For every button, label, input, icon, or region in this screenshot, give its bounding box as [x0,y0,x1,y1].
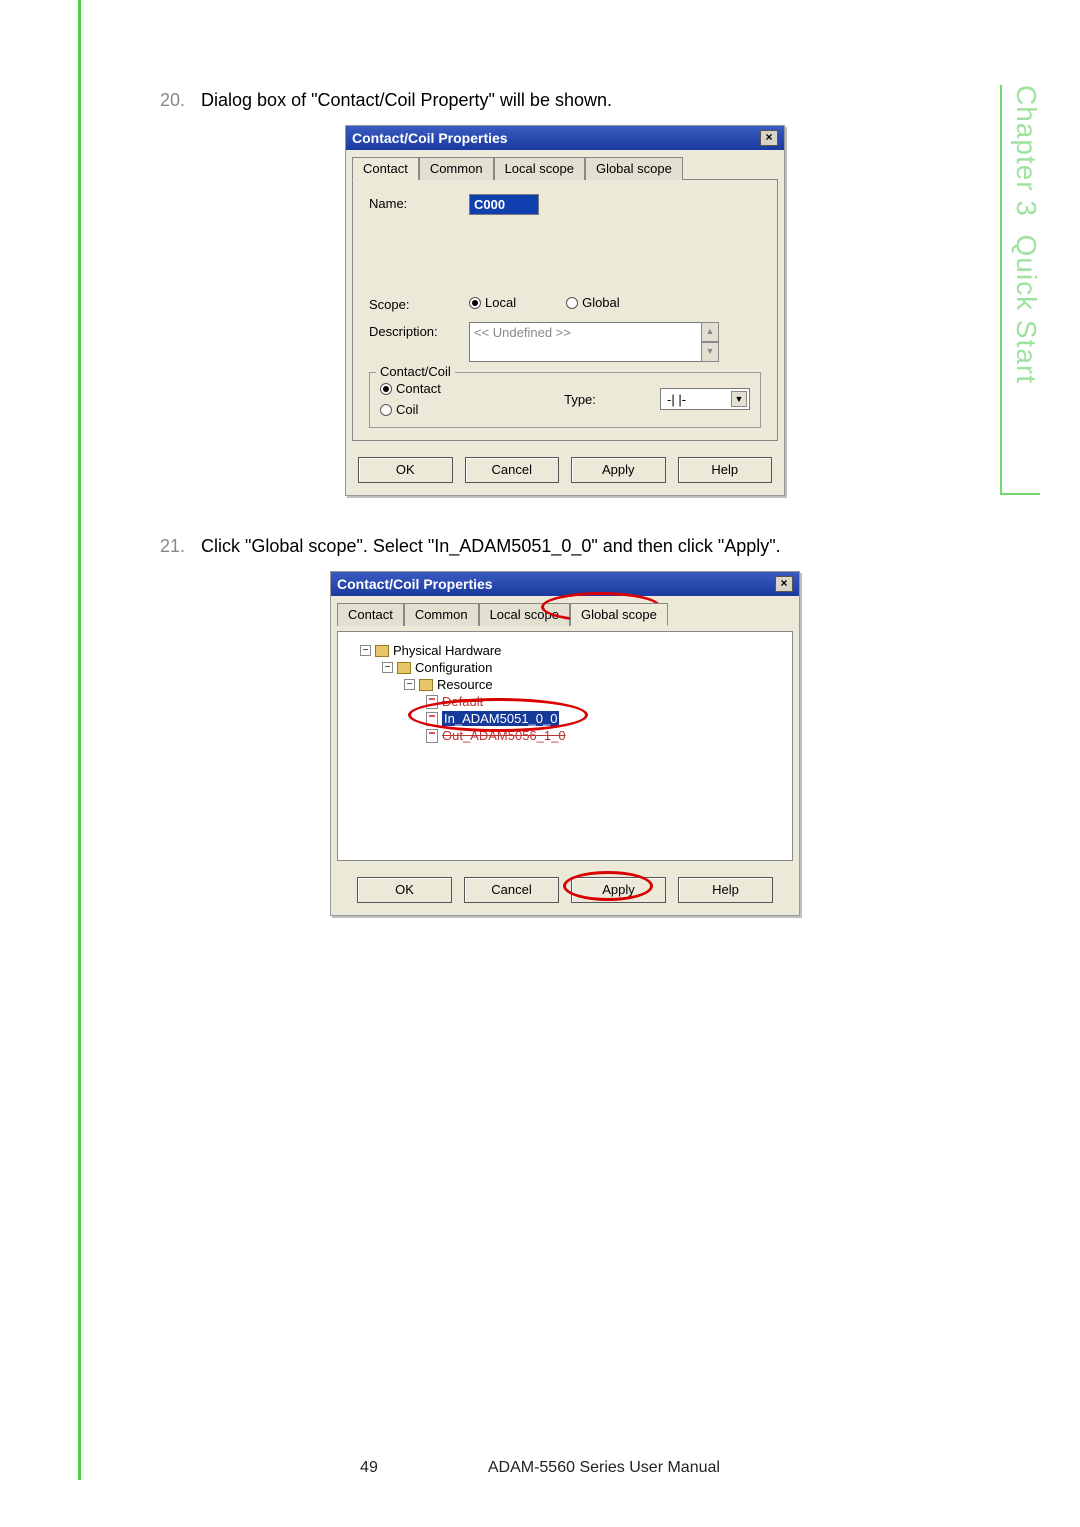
contact-radio-label: Contact [396,381,441,396]
dialog-button-bar-2: OK Cancel Apply Help [331,867,799,915]
help-button[interactable]: Help [678,457,773,483]
tree-configuration-label: Configuration [415,660,492,675]
ok-button[interactable]: OK [358,457,453,483]
ok-button-2[interactable]: OK [357,877,452,903]
scope-local-radio[interactable]: Local [469,295,516,310]
annotation-apply-button [563,871,653,901]
scope-global-radio[interactable]: Global [566,295,620,310]
tab-common-2[interactable]: Common [404,603,479,626]
tree-root-label: Physical Hardware [393,643,501,658]
dialog-title-2: Contact/Coil Properties [337,576,493,592]
contact-coil-group: Contact/Coil Contact Coil [369,372,761,428]
tab-global-scope-2[interactable]: Global scope [570,603,668,626]
group-title: Contact/Coil [376,364,455,379]
step-21-num: 21. [160,536,196,557]
type-value: -| |- [667,392,686,407]
tab-contact-2[interactable]: Contact [337,603,404,626]
contact-coil-dialog-2: Contact/Coil Properties × Contact Common… [330,571,800,916]
folder-icon [375,645,389,657]
tree-resource[interactable]: − Resource [404,676,780,693]
tab-global-scope[interactable]: Global scope [585,157,683,180]
document-icon [426,729,438,743]
chevron-down-icon: ▼ [731,391,747,407]
type-label: Type: [564,392,596,407]
annotation-selected-item [408,698,588,732]
scope-label: Scope: [369,295,469,312]
tree-resource-label: Resource [437,677,493,692]
contact-radio[interactable]: Contact [380,381,500,396]
dialog-titlebar: Contact/Coil Properties × [346,126,784,150]
close-icon-2[interactable]: × [775,576,793,592]
coil-radio[interactable]: Coil [380,402,500,417]
step-21-text: Click "Global scope". Select "In_ADAM505… [201,536,781,556]
tree-root[interactable]: − Physical Hardware [360,642,780,659]
tab-contact[interactable]: Contact [352,157,419,180]
tab-common[interactable]: Common [419,157,494,180]
coil-radio-label: Coil [396,402,418,417]
step-20-text: Dialog box of "Contact/Coil Property" wi… [201,90,612,110]
scroll-buttons[interactable]: ▲▼ [701,322,719,362]
folder-icon [419,679,433,691]
help-button-2[interactable]: Help [678,877,773,903]
tree-configuration[interactable]: − Configuration [382,659,780,676]
doc-title: ADAM-5560 Series User Manual [488,1459,720,1477]
tab-local-scope[interactable]: Local scope [494,157,585,180]
cancel-button-2[interactable]: Cancel [464,877,559,903]
dialog-button-bar: OK Cancel Apply Help [346,447,784,495]
dialog-body: Name: C000 Scope: Local Global [352,179,778,441]
page-footer: 49 ADAM-5560 Series User Manual [0,1459,1080,1477]
contact-coil-dialog: Contact/Coil Properties × Contact Common… [345,125,785,496]
step-20-num: 20. [160,90,196,111]
type-dropdown[interactable]: -| |- ▼ [660,388,750,410]
description-label: Description: [369,322,469,339]
folder-icon [397,662,411,674]
dialog-title: Contact/Coil Properties [352,130,508,146]
dialog-titlebar-2: Contact/Coil Properties × [331,572,799,596]
scope-global-label: Global [582,295,620,310]
description-value: << Undefined >> [474,325,571,340]
page-number: 49 [360,1459,378,1477]
apply-button[interactable]: Apply [571,457,666,483]
description-textarea[interactable]: << Undefined >> ▲▼ [469,322,719,362]
dialog-tabs: Contact Common Local scope Global scope [346,150,784,179]
step-21: 21. Click "Global scope". Select "In_ADA… [160,536,970,557]
step-20: 20. Dialog box of "Contact/Coil Property… [160,90,970,111]
scope-local-label: Local [485,295,516,310]
name-label: Name: [369,194,469,211]
cancel-button[interactable]: Cancel [465,457,560,483]
close-icon[interactable]: × [760,130,778,146]
dialog-tabs-2: Contact Common Local scope Global scope [331,596,799,625]
name-input[interactable]: C000 [469,194,539,215]
tree-panel: − Physical Hardware − Configuration − Re… [337,631,793,861]
